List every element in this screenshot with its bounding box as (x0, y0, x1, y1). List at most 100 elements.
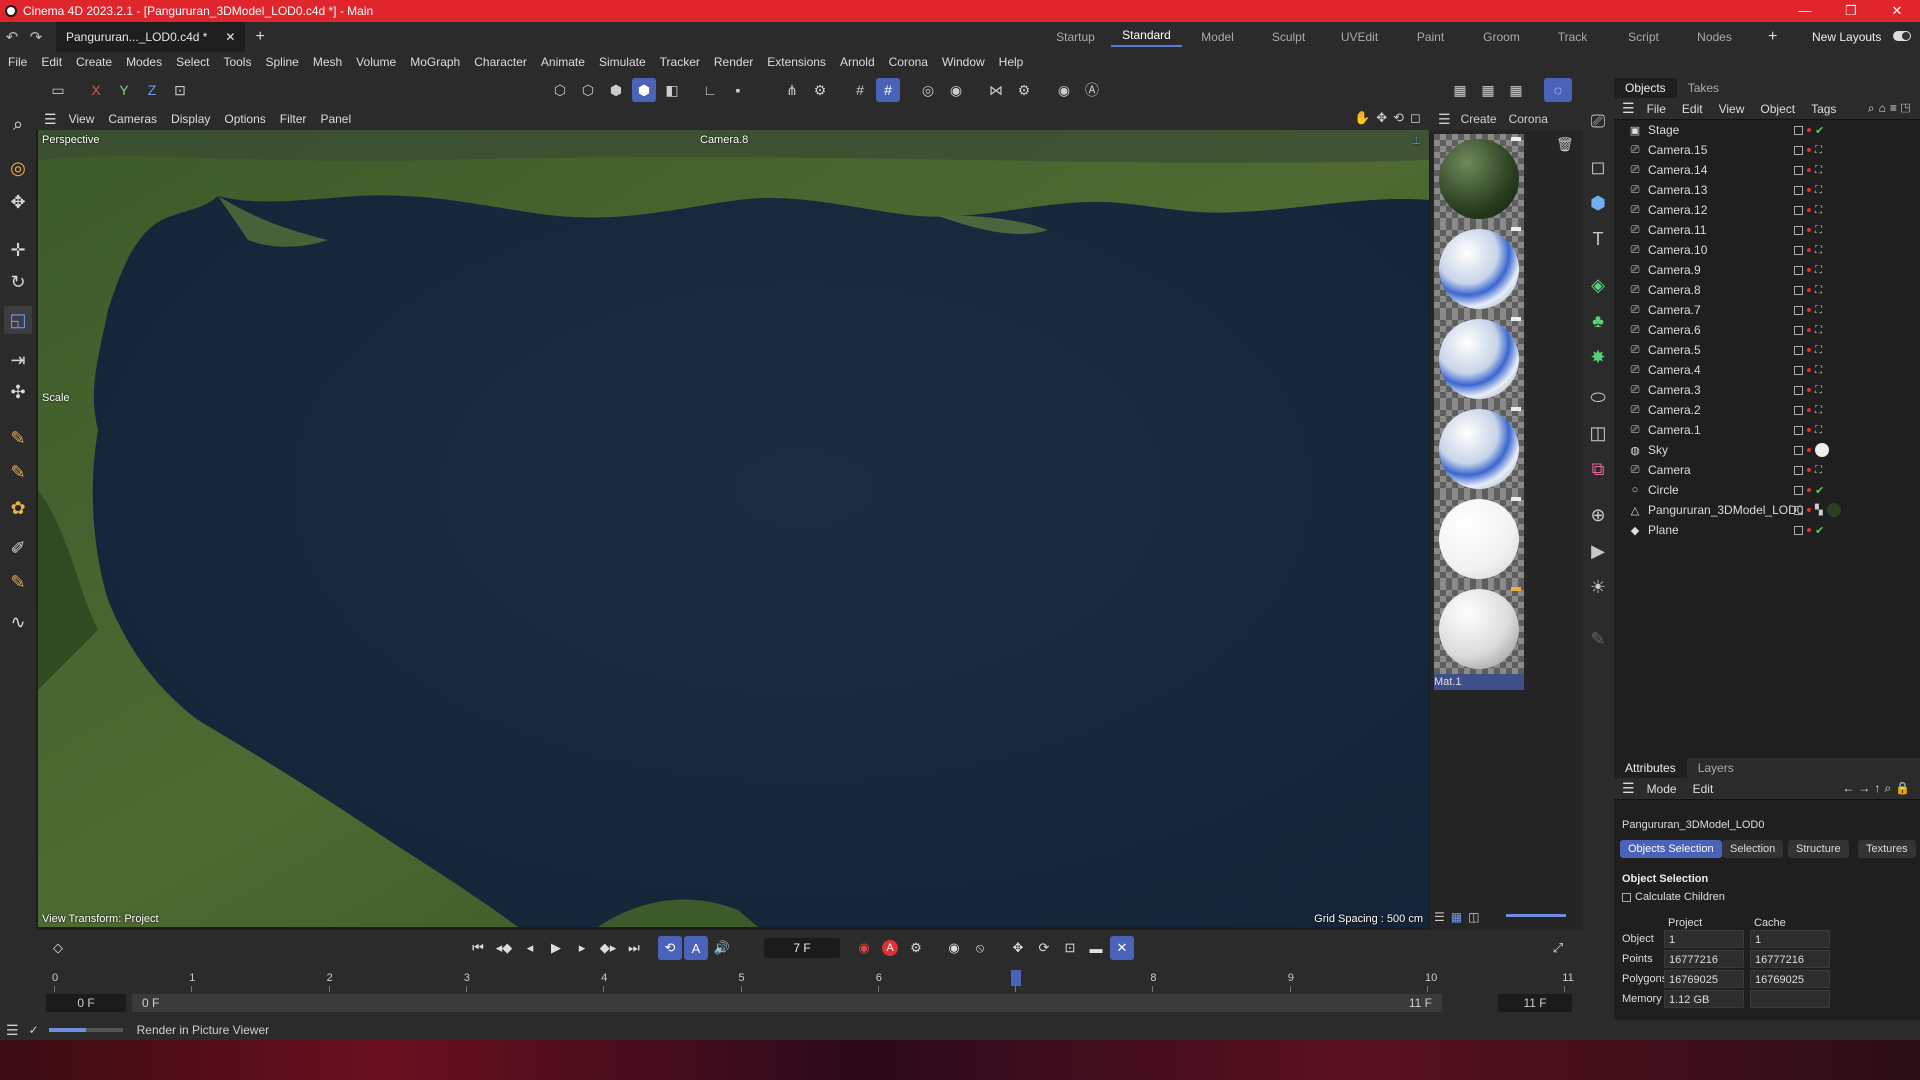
object-name[interactable]: Stage (1648, 123, 1679, 137)
layer-toggle[interactable] (1794, 125, 1803, 135)
dolly-icon[interactable]: ✥ (1376, 110, 1387, 126)
z-axis-lock[interactable]: Z (140, 78, 164, 102)
layer-toggle[interactable] (1794, 345, 1803, 355)
target-tag-icon[interactable]: ⛶ (1815, 365, 1822, 376)
visibility-dot[interactable] (1807, 248, 1811, 252)
model-mode-icon[interactable]: ▭ (46, 78, 70, 102)
object-name[interactable]: Camera.6 (1648, 323, 1701, 337)
scale-tool-icon[interactable]: ◱ (4, 306, 32, 334)
layer-toggle[interactable] (1794, 205, 1803, 215)
visibility-dot[interactable] (1807, 368, 1811, 372)
key-pla-icon[interactable]: ✕ (1110, 936, 1134, 960)
add-layout-icon[interactable]: + (1768, 28, 1777, 46)
visibility-dot[interactable] (1807, 168, 1811, 172)
target-tag-icon[interactable]: ⛶ (1815, 405, 1822, 416)
object-row[interactable]: ⎚ Camera.2 ⛶ (1614, 400, 1920, 420)
tab-takes[interactable]: Takes (1677, 78, 1730, 98)
layout-tab-standard[interactable]: Standard (1111, 28, 1182, 47)
object-hamburger-icon[interactable]: ☰ (1622, 100, 1635, 117)
environment-icon[interactable]: ⊕ (1585, 502, 1611, 528)
layer-toggle[interactable] (1794, 145, 1803, 155)
spline-sketch-icon[interactable]: ✎ (4, 458, 32, 486)
menu-file[interactable]: File (8, 55, 27, 69)
move-tool-icon[interactable]: ✛ (4, 236, 32, 264)
object-name[interactable]: Camera.8 (1648, 283, 1701, 297)
object-row[interactable]: ⎚ Camera.1 ⛶ (1614, 420, 1920, 440)
check-tag-icon[interactable]: ✔ (1815, 484, 1824, 497)
volume-icon[interactable]: ⧉ (1585, 456, 1611, 482)
object-menu-edit[interactable]: Edit (1682, 102, 1703, 116)
key-settings-icon[interactable]: ⚙ (904, 936, 928, 960)
menu-mograph[interactable]: MoGraph (410, 55, 460, 69)
layout-tab-startup[interactable]: Startup (1040, 30, 1111, 44)
object-name[interactable]: Camera.13 (1648, 183, 1707, 197)
terrain-material-tag-icon[interactable] (1826, 503, 1841, 517)
material-swatch[interactable]: Mat.1 (1434, 584, 1524, 690)
menu-volume[interactable]: Volume (356, 55, 396, 69)
menu-create[interactable]: Create (76, 55, 112, 69)
viewport-menu-view[interactable]: View (69, 112, 95, 126)
menu-render[interactable]: Render (714, 55, 753, 69)
object-menu-object[interactable]: Object (1760, 102, 1795, 116)
object-menu-file[interactable]: File (1647, 102, 1666, 116)
symmetry-settings-icon[interactable]: ⚙ (1012, 78, 1036, 102)
render-region-icon[interactable]: ◌ (1544, 78, 1572, 102)
target-tag-icon[interactable]: ⛶ (1815, 225, 1822, 236)
visibility-dot[interactable] (1807, 388, 1811, 392)
object-row[interactable]: ◆ Plane ✔ (1614, 520, 1920, 540)
grid-snap-icon[interactable]: # (848, 78, 872, 102)
visibility-dot[interactable] (1807, 528, 1811, 532)
object-row[interactable]: ⎚ Camera.4 ⛶ (1614, 360, 1920, 380)
layer-toggle[interactable] (1794, 285, 1803, 295)
layout-tab-nodes[interactable]: Nodes (1679, 30, 1750, 44)
structure-button[interactable]: Structure (1788, 840, 1849, 858)
menu-corona[interactable]: Corona (889, 55, 928, 69)
mograph-icon[interactable]: ♣ (1585, 308, 1611, 334)
primitive-icon[interactable]: ⬢ (1585, 190, 1611, 216)
visibility-dot[interactable] (1807, 508, 1811, 512)
minimize-button[interactable]: — (1782, 3, 1828, 19)
visibility-dot[interactable] (1807, 448, 1811, 452)
target-tag-icon[interactable]: ⛶ (1815, 325, 1822, 336)
effector-icon[interactable]: ✸ (1585, 344, 1611, 370)
object-row[interactable]: ⎚ Camera.3 ⛶ (1614, 380, 1920, 400)
axis-mode-icon[interactable]: ∟ (698, 78, 722, 102)
tab-attributes[interactable]: Attributes (1614, 758, 1687, 778)
target-tag-icon[interactable]: ⛶ (1815, 305, 1822, 316)
loop-icon[interactable]: ⟲ (658, 936, 682, 960)
prev-frame-icon[interactable]: ◂ (518, 936, 542, 960)
object-row[interactable]: △ Pangururan_3DModel_LOD0 ▚ (1614, 500, 1920, 520)
target-tag-icon[interactable]: ⛶ (1815, 345, 1822, 356)
text-icon[interactable]: T (1585, 226, 1611, 252)
object-row[interactable]: ⎚ Camera ⛶ (1614, 460, 1920, 480)
key-position-icon[interactable]: ✥ (1006, 936, 1030, 960)
status-hamburger-icon[interactable]: ☰ (6, 1022, 19, 1039)
document-tab[interactable]: Pangururan..._LOD0.c4d * ✕ (56, 22, 246, 52)
menu-extensions[interactable]: Extensions (767, 55, 826, 69)
object-row[interactable]: ⎚ Camera.5 ⛶ (1614, 340, 1920, 360)
thumbnail-size-slider[interactable] (1506, 914, 1566, 917)
prev-key-icon[interactable]: ◂◆ (492, 936, 516, 960)
layer-toggle[interactable] (1794, 165, 1803, 175)
render-picture-viewer-icon[interactable]: ▦ (1476, 78, 1500, 102)
menu-simulate[interactable]: Simulate (599, 55, 646, 69)
edit-render-icon[interactable]: Ⓐ (1080, 78, 1104, 102)
visibility-dot[interactable] (1807, 308, 1811, 312)
object-row[interactable]: ⎚ Camera.9 ⛶ (1614, 260, 1920, 280)
target-tag-icon[interactable]: ⛶ (1815, 425, 1822, 436)
layer-toggle[interactable] (1794, 405, 1803, 415)
pan-icon[interactable]: ✋ (1354, 110, 1370, 126)
visibility-dot[interactable] (1807, 328, 1811, 332)
object-row[interactable]: ⎚ Camera.15 ⛶ (1614, 140, 1920, 160)
target-tag-icon[interactable]: ⛶ (1815, 165, 1822, 176)
target-tag-icon[interactable]: ⛶ (1815, 245, 1822, 256)
target-tag-icon[interactable]: ⛶ (1815, 285, 1822, 296)
next-frame-icon[interactable]: ▸ (570, 936, 594, 960)
close-window-button[interactable]: ✕ (1874, 3, 1920, 19)
layer-toggle[interactable] (1794, 225, 1803, 235)
spline-pen-icon[interactable]: ✎ (4, 424, 32, 452)
brush-tool-icon[interactable]: ✐ (4, 534, 32, 562)
layer-toggle[interactable] (1794, 325, 1803, 335)
object-name[interactable]: Camera.4 (1648, 363, 1701, 377)
layout-tab-paint[interactable]: Paint (1395, 30, 1466, 44)
